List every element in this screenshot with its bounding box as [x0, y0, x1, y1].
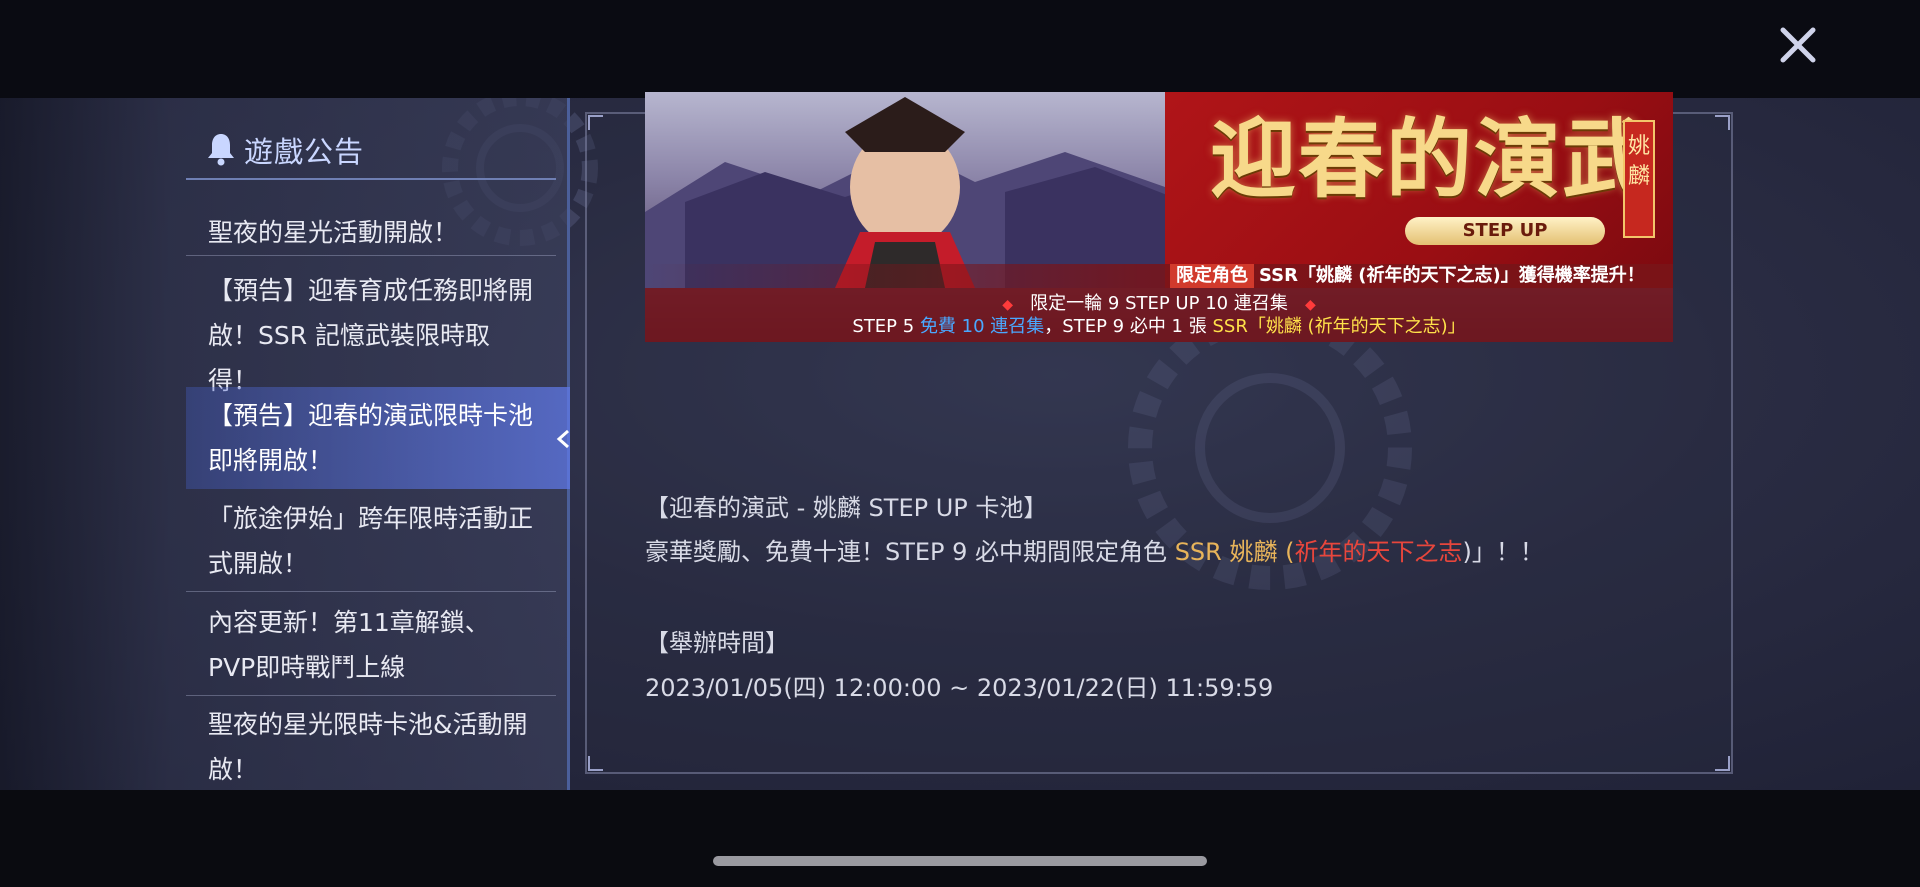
banner-character-name: 姚麟: [1623, 120, 1655, 238]
banner-line2-c: ，STEP 9 必中 1 張: [1044, 316, 1213, 337]
sidebar-item-6[interactable]: 聖夜的星光限時卡池&活動開啟！: [186, 702, 556, 790]
corner-ornament-icon: [588, 756, 603, 771]
sidebar-item-label: 【預告】迎春育成任務即將開啟！SSR 記憶武裝限時取得！: [208, 276, 534, 395]
limited-character-tag: 限定角色: [1170, 264, 1254, 288]
bottom-bar: [0, 790, 1920, 887]
sidebar-item-2[interactable]: 【預告】迎春育成任務即將開啟！SSR 記憶武裝限時取得！: [186, 268, 556, 395]
bell-icon: [208, 134, 234, 166]
sidebar-title: 遊戲公告: [244, 135, 365, 169]
event-banner: 迎春的演武 STEP UP 姚麟 限定角色 SSR「姚麟 (祈年的天下之志)」獲…: [645, 92, 1673, 342]
close-button[interactable]: [1775, 22, 1821, 68]
desc-title: 祈年的天下之志: [1294, 538, 1463, 566]
sidebar-item-4[interactable]: 「旅途伊始」跨年限時活動正式開啟！: [186, 496, 556, 592]
banner-line2: STEP 5 免費 10 連召集，STEP 9 必中 1 張 SSR「姚麟 (祈…: [645, 316, 1673, 338]
corner-ornament-icon: [1715, 756, 1730, 771]
diamond-icon: ◆: [1002, 297, 1013, 313]
content-heading: 【迎春的演武 - 姚麟 STEP UP 卡池】: [645, 494, 1048, 522]
banner-title: 迎春的演武: [1210, 109, 1650, 210]
banner-info-strip: ◆ 限定一輪 9 STEP UP 10 連召集 ◆ STEP 5 免費 10 連…: [645, 288, 1673, 342]
desc-ssr-name: SSR 姚麟: [1174, 538, 1278, 566]
sidebar-item-label: 聖夜的星光限時卡池&活動開啟！: [208, 710, 528, 784]
banner-line1: ◆ 限定一輪 9 STEP UP 10 連召集 ◆: [645, 292, 1673, 317]
banner-line1-text: 限定一輪 9 STEP UP 10 連召集: [1030, 293, 1288, 314]
sidebar-item-label: 「旅途伊始」跨年限時活動正式開啟！: [208, 504, 534, 578]
home-indicator[interactable]: [713, 856, 1207, 866]
rate-up-text: SSR「姚麟 (祈年的天下之志)」獲得機率提升！: [1259, 265, 1645, 286]
announcement-sidebar: 遊戲公告 聖夜的星光活動開啟！ 【預告】迎春育成任務即將開啟！SSR 記憶武裝限…: [0, 98, 570, 790]
sidebar-item-5[interactable]: 內容更新！第11章解鎖、PVP即時戰鬥上線: [186, 600, 556, 696]
corner-ornament-icon: [588, 115, 603, 130]
sidebar-item-label: 內容更新！第11章解鎖、PVP即時戰鬥上線: [208, 608, 490, 682]
desc-part-c: (: [1277, 538, 1295, 566]
banner-rate-strip: 限定角色 SSR「姚麟 (祈年的天下之志)」獲得機率提升！: [645, 264, 1673, 288]
sidebar-item-label: 聖夜的星光活動開啟！: [208, 218, 459, 247]
chevron-left-icon: [556, 429, 569, 449]
banner-artwork: [645, 97, 1205, 288]
time-heading: 【舉辦時間】: [645, 629, 789, 657]
sidebar-item-1[interactable]: 聖夜的星光活動開啟！: [186, 210, 556, 256]
top-bar: [0, 0, 1920, 98]
banner-line2-a: STEP 5: [852, 316, 920, 337]
banner-line2-free: 免費 10 連召集: [919, 316, 1045, 337]
desc-part-e: )」！！: [1462, 538, 1544, 566]
banner-line2-ssr: SSR「姚麟 (祈年的天下之志)」: [1212, 316, 1466, 337]
sidebar-header: 遊戲公告: [186, 122, 556, 180]
sidebar-item-label: 【預告】迎春的演武限時卡池即將開啟！: [208, 401, 534, 475]
diamond-icon: ◆: [1305, 297, 1316, 313]
sidebar-item-3[interactable]: 【預告】迎春的演武限時卡池即將開啟！: [186, 387, 570, 489]
time-value: 2023/01/05(四) 12:00:00 ~ 2023/01/22(日) 1…: [645, 674, 1274, 702]
desc-part-a: 豪華獎勵、免費十連！STEP 9 必中期間限定角色: [645, 538, 1175, 566]
corner-ornament-icon: [1715, 115, 1730, 130]
content-description: 豪華獎勵、免費十連！STEP 9 必中期間限定角色 SSR 姚麟 (祈年的天下之…: [645, 532, 1544, 567]
banner-subtitle: STEP UP: [1405, 217, 1605, 245]
close-icon: [1780, 27, 1816, 63]
